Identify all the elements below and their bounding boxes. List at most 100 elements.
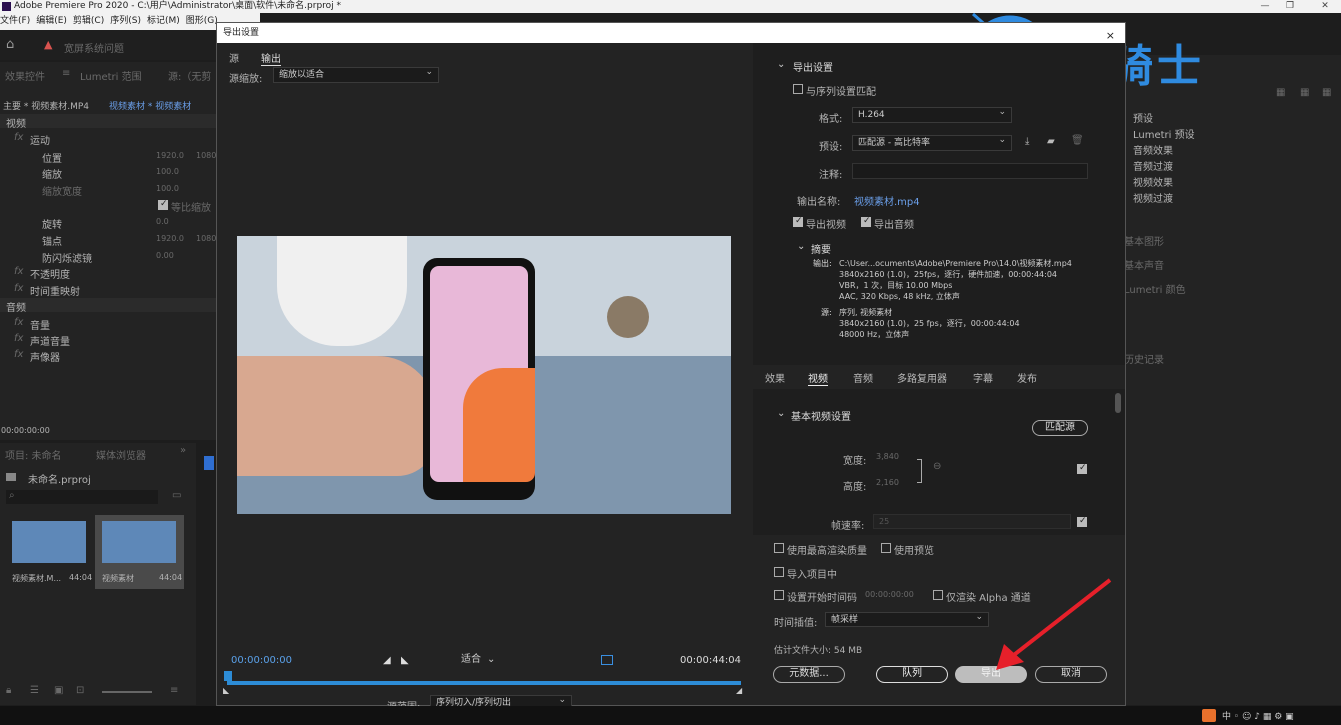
panel-entry[interactable]: 基本图形: [1124, 233, 1164, 248]
in-point-icon[interactable]: ◣: [223, 686, 229, 695]
source-scale-dropdown[interactable]: 缩放以适合: [273, 65, 439, 83]
audio-property[interactable]: 声像器: [30, 349, 60, 364]
ime-icon[interactable]: [1202, 709, 1216, 722]
tab-audio[interactable]: 音频: [853, 370, 873, 385]
fx-icon[interactable]: fx: [14, 132, 23, 143]
preset-dropdown[interactable]: 匹配源 - 高比特率: [852, 133, 1012, 151]
match-sequence-checkbox[interactable]: [793, 84, 803, 94]
project-item[interactable]: 视频素材.M... 44:04: [5, 515, 93, 589]
menu-marker[interactable]: 标记(M): [147, 16, 180, 26]
playhead[interactable]: [224, 671, 232, 681]
interpolation-dropdown[interactable]: 帧采样: [825, 610, 989, 627]
audio-property[interactable]: 音量: [30, 317, 50, 332]
opacity-label[interactable]: 不透明度: [30, 266, 70, 281]
menu-graphics[interactable]: 图形(G): [186, 16, 218, 26]
menu-icon[interactable]: ≡: [62, 68, 70, 79]
start-timecode-checkbox[interactable]: [774, 590, 784, 600]
settings-scrollbar[interactable]: [1115, 393, 1121, 413]
fit-dropdown[interactable]: 适合 ⌄: [457, 652, 509, 667]
menu-edit[interactable]: 编辑(E): [36, 16, 67, 26]
fx-icon[interactable]: fx: [14, 266, 23, 277]
tab-source[interactable]: 源: [229, 50, 239, 65]
fx-icon[interactable]: fx: [14, 283, 23, 294]
menu-clip[interactable]: 剪辑(C): [73, 16, 104, 26]
property-value[interactable]: 1080: [196, 151, 216, 160]
tab-source[interactable]: 源:（无剪: [168, 68, 211, 83]
tab-publish[interactable]: 发布: [1017, 370, 1037, 385]
timeline-progress[interactable]: [227, 681, 741, 685]
match-source-button[interactable]: 匹配源: [1032, 420, 1088, 436]
effects-folder[interactable]: 音频过渡: [1133, 158, 1173, 173]
metadata-button[interactable]: 元数据...: [773, 666, 845, 683]
sort-icon[interactable]: ≡: [170, 685, 178, 696]
new-item-icon[interactable]: ▦: [1276, 87, 1285, 98]
panel-entry[interactable]: Lumetri 颜色: [1124, 281, 1186, 296]
property-value[interactable]: 100.0: [156, 167, 179, 176]
out-point-icon[interactable]: ◢: [736, 686, 742, 695]
start-timecode-value[interactable]: 00:00:00:00: [865, 590, 914, 599]
width-checkbox[interactable]: [1077, 463, 1087, 474]
export-video-checkbox[interactable]: [793, 216, 803, 227]
tab-media-browser[interactable]: 媒体浏览器: [96, 447, 146, 462]
project-search-input[interactable]: ⌕: [6, 490, 158, 504]
panel-overflow-icon[interactable]: »: [180, 445, 186, 456]
property-value[interactable]: 0.0: [156, 217, 169, 226]
tray-icons[interactable]: 中 ◦ ☺ ♪ ▦ ⚙ ▣: [1222, 709, 1294, 722]
selection-tool-icon[interactable]: [204, 456, 214, 470]
timecode[interactable]: 00:00:00:00: [1, 426, 50, 435]
fx-icon[interactable]: fx: [14, 333, 23, 344]
zoom-slider[interactable]: [102, 691, 152, 693]
use-preview-checkbox[interactable]: [881, 543, 891, 553]
tab-effect-controls[interactable]: 效果控件: [5, 68, 45, 83]
fx-icon[interactable]: fx: [14, 317, 23, 328]
panel-entry[interactable]: 历史记录: [1124, 351, 1164, 366]
icon-view-icon[interactable]: ▣: [54, 685, 63, 696]
tab-captions[interactable]: 字幕: [973, 370, 993, 385]
property-value[interactable]: 100.0: [156, 184, 179, 193]
max-quality-checkbox[interactable]: [774, 543, 784, 553]
maximize-icon[interactable]: ❐: [1283, 0, 1297, 13]
aspect-icon[interactable]: [601, 655, 613, 665]
mark-in-icon[interactable]: ◢: [383, 655, 391, 666]
home-icon[interactable]: ⌂: [6, 37, 14, 52]
property-value[interactable]: 1920.0: [156, 234, 184, 243]
fps-dropdown[interactable]: 25: [873, 514, 1071, 529]
collapse-icon[interactable]: ⌄: [777, 59, 785, 70]
effects-folder[interactable]: 音频效果: [1133, 142, 1173, 157]
tab-lumetri-scopes[interactable]: Lumetri 范围: [80, 68, 142, 83]
alpha-only-checkbox[interactable]: [933, 590, 943, 600]
link-icon[interactable]: ⊖: [933, 461, 941, 472]
menu-sequence[interactable]: 序列(S): [110, 16, 141, 26]
property-value[interactable]: 1080: [196, 234, 216, 243]
new-bin-icon[interactable]: ▦: [1300, 87, 1309, 98]
new-bin-icon[interactable]: ▭: [172, 490, 181, 501]
fx-icon[interactable]: fx: [14, 349, 23, 360]
list-view-icon[interactable]: ☰: [30, 685, 39, 696]
audio-property[interactable]: 声道音量: [30, 333, 70, 348]
delete-icon[interactable]: ▦: [1322, 87, 1331, 98]
export-audio-checkbox[interactable]: [861, 216, 871, 227]
delete-preset-icon[interactable]: 🗑︎: [1071, 135, 1084, 146]
collapse-icon[interactable]: ⌄: [777, 408, 785, 419]
output-name-link[interactable]: 视频素材.mp4: [854, 193, 920, 208]
effects-folder[interactable]: 视频过渡: [1133, 190, 1173, 205]
freeform-view-icon[interactable]: ⊡: [76, 685, 84, 696]
property-value[interactable]: 1920.0: [156, 151, 184, 160]
tab-output[interactable]: 输出: [261, 50, 281, 66]
import-project-checkbox[interactable]: [774, 567, 784, 577]
project-item-selected[interactable]: 视频素材 44:04: [95, 515, 184, 589]
timecode-in[interactable]: 00:00:00:00: [231, 655, 292, 666]
comment-input[interactable]: [852, 163, 1088, 179]
height-value[interactable]: 2,160: [876, 478, 899, 487]
tab-project[interactable]: 项目: 未命名: [5, 447, 62, 462]
import-preset-icon[interactable]: ▰: [1047, 136, 1055, 147]
motion-label[interactable]: 运动: [30, 132, 50, 147]
effects-folder[interactable]: 视频效果: [1133, 174, 1173, 189]
tab-effects[interactable]: 效果: [765, 370, 785, 385]
effects-folder[interactable]: Lumetri 预设: [1133, 126, 1195, 141]
save-preset-icon[interactable]: ⤓: [1025, 136, 1029, 147]
property-value[interactable]: 0.00: [156, 251, 174, 260]
fps-checkbox[interactable]: [1077, 516, 1087, 527]
mark-out-icon[interactable]: ◣: [401, 655, 409, 666]
close-window-icon[interactable]: ✕: [1318, 0, 1332, 13]
